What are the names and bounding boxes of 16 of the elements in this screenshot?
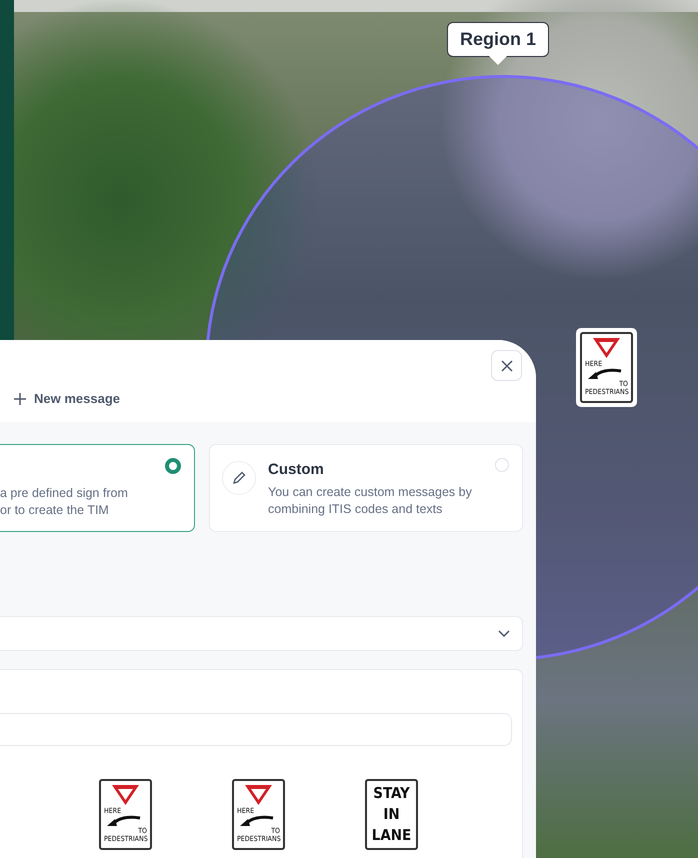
input-field[interactable]	[0, 713, 512, 746]
chevron-down-icon	[498, 630, 510, 638]
radio-button[interactable]	[165, 458, 181, 474]
lane-sign-drawing: STAY IN LANE	[365, 779, 418, 850]
option-card[interactable]: a pre defined sign from or to create the TIM	[0, 444, 195, 532]
option-description: a pre defined sign from or to create the TIM	[0, 485, 128, 519]
pencil-icon	[222, 461, 256, 495]
plus-icon	[14, 392, 26, 404]
dropdown-field[interactable]	[0, 616, 523, 651]
option-description: You can create custom messages by combining ITIS codes and texts	[268, 484, 472, 518]
close-icon	[500, 360, 512, 372]
new-message-button[interactable]: New message	[10, 389, 124, 408]
label-pointer-icon	[488, 55, 508, 67]
option-title: Custom	[268, 461, 325, 478]
option-card[interactable]: Custom You can create custom messages by combining ITIS codes and texts	[209, 444, 523, 532]
close-button[interactable]	[491, 350, 522, 381]
